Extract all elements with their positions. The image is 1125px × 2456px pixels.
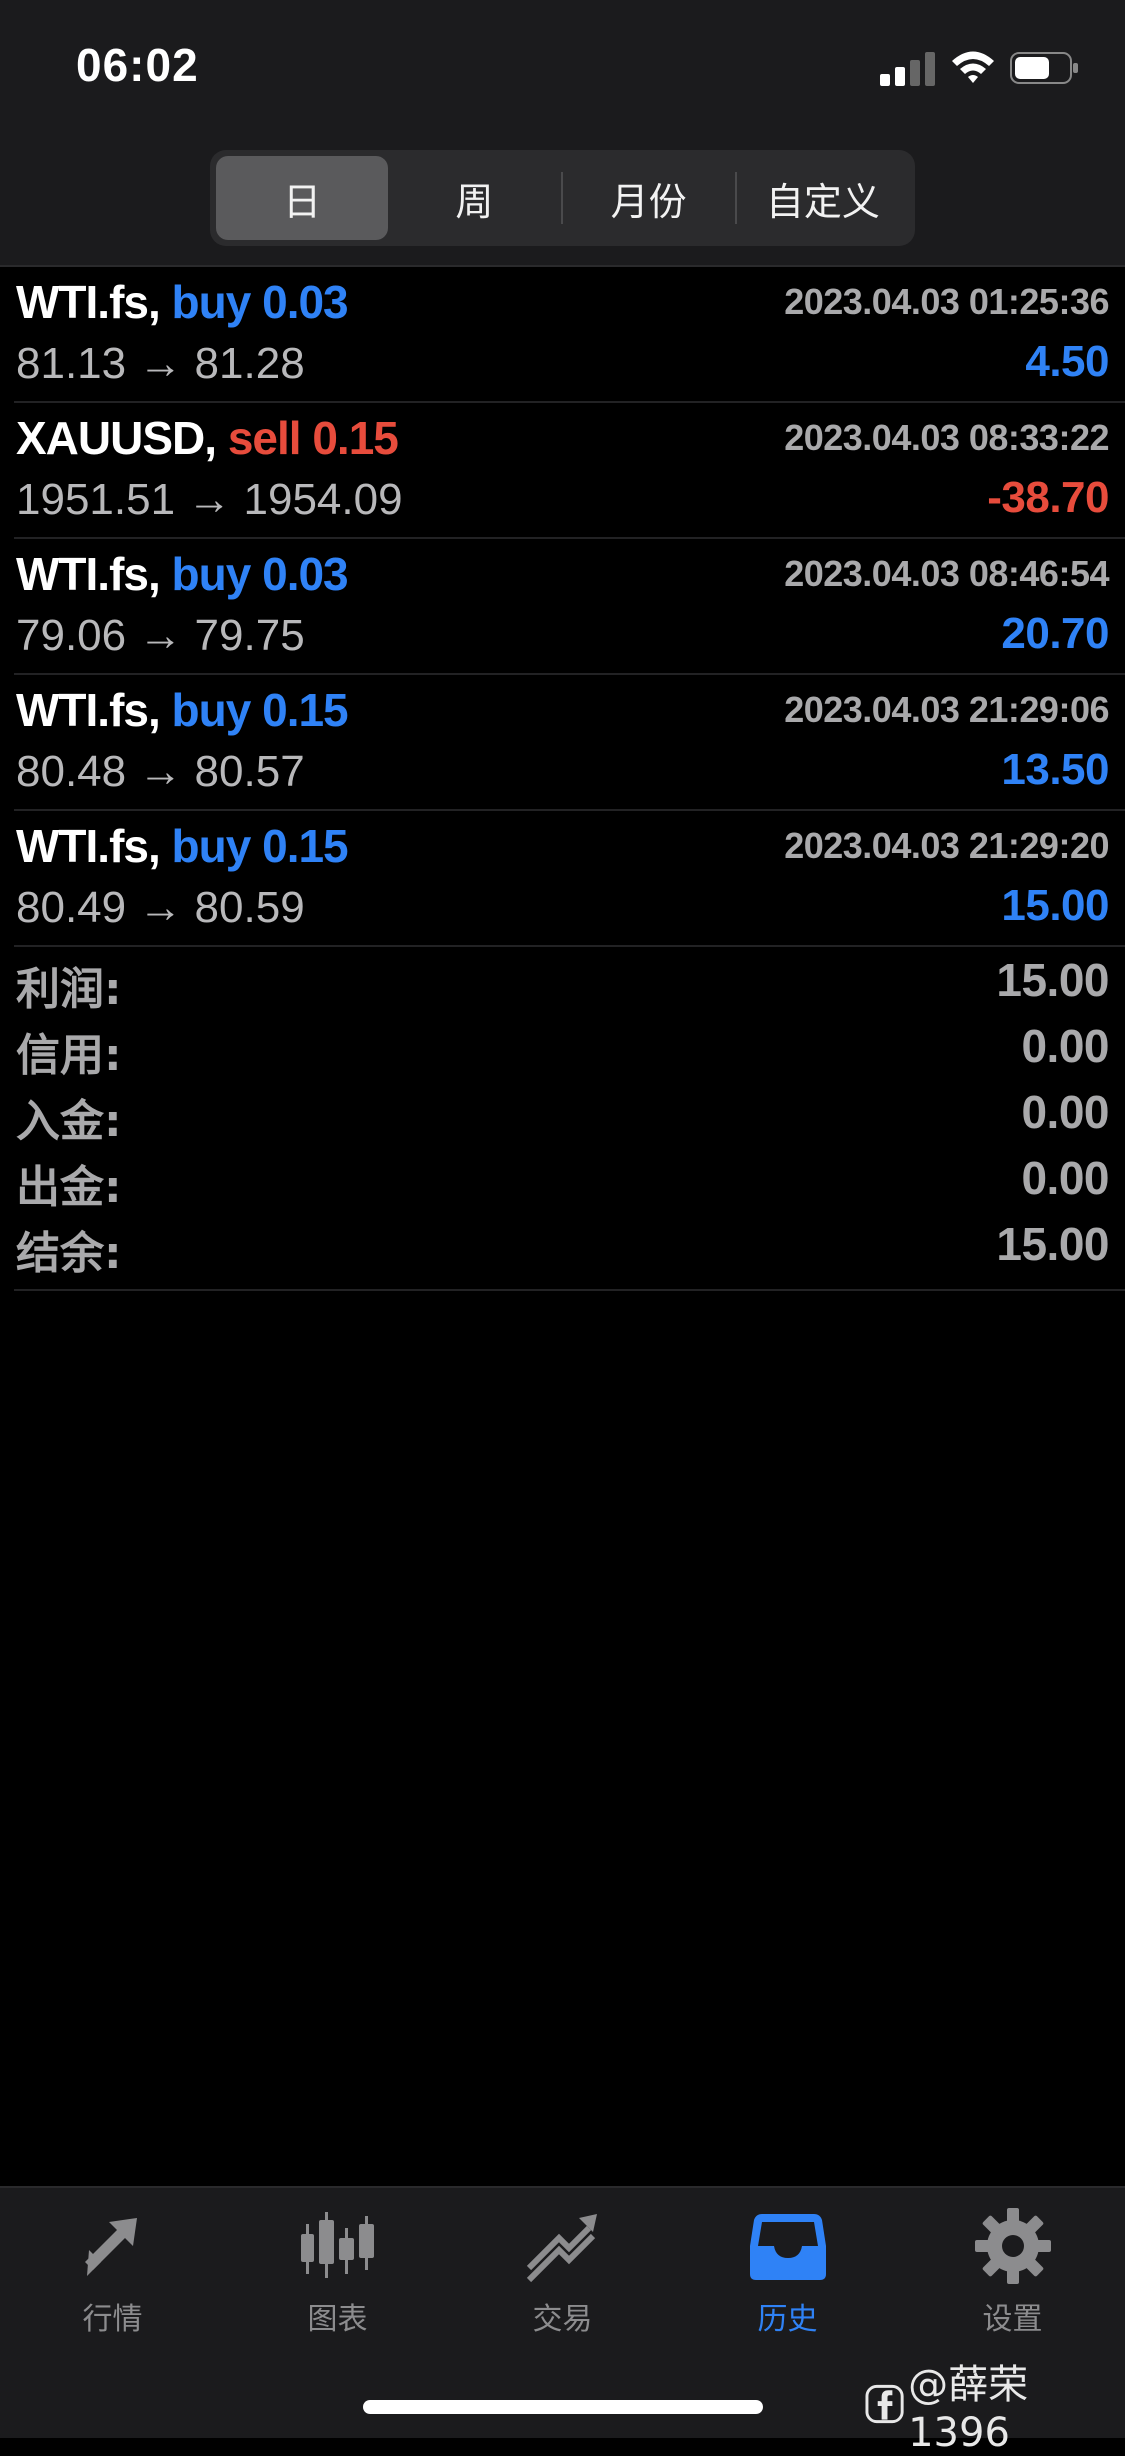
summary-label: 利润: [16, 964, 122, 1015]
segment-custom[interactable]: 自定义 [737, 156, 909, 240]
trade-side: buy [171, 684, 252, 736]
trade-prices: 81.13 → 81.28 [16, 339, 305, 388]
summary-row-withdrawal: 出金: 0.00 [14, 1143, 1125, 1213]
summary-value: 0.00 [1021, 1086, 1109, 1138]
trade-row[interactable]: WTI.fs, buy 0.15 2023.04.03 21:29:06 80.… [14, 675, 1125, 811]
trade-volume: 0.15 [312, 412, 399, 464]
tab-label: 行情 [82, 2302, 143, 2337]
trade-profit: 13.50 [1001, 745, 1109, 794]
trade-symbol: WTI.fs, [16, 276, 161, 328]
period-segmented-control: 日 周 月份 自定义 [210, 150, 915, 246]
summary-label: 出金: [16, 1162, 122, 1213]
tab-settings[interactable]: 设置 [900, 2206, 1125, 2356]
summary-label: 入金: [16, 1096, 122, 1147]
facebook-icon [865, 2384, 904, 2424]
segment-week[interactable]: 周 [388, 156, 560, 240]
trade-profit: 15.00 [1001, 881, 1109, 930]
trade-profit: 4.50 [1025, 337, 1109, 386]
trade-title: WTI.fs, buy 0.03 [16, 275, 349, 329]
status-time: 06:02 [76, 39, 199, 91]
trade-profit: -38.70 [987, 473, 1109, 522]
candlestick-chart-icon [300, 2212, 374, 2278]
battery-icon [1010, 52, 1078, 84]
trade-trend-icon [526, 2214, 597, 2283]
summary-value: 15.00 [996, 1218, 1109, 1270]
trade-history-list: WTI.fs, buy 0.03 2023.04.03 01:25:36 81.… [0, 267, 1125, 947]
summary-value: 15.00 [996, 954, 1109, 1006]
trade-prices: 79.06 → 79.75 [16, 611, 305, 660]
summary-label: 信用: [16, 1030, 122, 1081]
trade-row[interactable]: WTI.fs, buy 0.15 2023.04.03 21:29:20 80.… [14, 811, 1125, 947]
segment-day[interactable]: 日 [216, 156, 389, 240]
summary-row-credit: 信用: 0.00 [14, 1011, 1125, 1081]
trade-prices: 80.48 → 80.57 [16, 747, 305, 796]
tab-label: 图表 [307, 2302, 368, 2337]
trade-prices: 1951.51 → 1954.09 [16, 475, 403, 524]
summary-row-deposit: 入金: 0.00 [14, 1077, 1125, 1147]
trade-time: 2023.04.03 08:46:54 [784, 553, 1109, 594]
trade-title: WTI.fs, buy 0.15 [16, 683, 349, 737]
trade-title: WTI.fs, buy 0.03 [16, 547, 349, 601]
trade-profit: 20.70 [1001, 609, 1109, 658]
trade-side: buy [171, 276, 252, 328]
tab-trade[interactable]: 交易 [450, 2206, 675, 2356]
tab-charts[interactable]: 图表 [225, 2206, 450, 2356]
trade-side: buy [171, 820, 252, 872]
trade-volume: 0.15 [262, 684, 349, 736]
trade-volume: 0.03 [262, 276, 349, 328]
cellular-signal-icon [880, 52, 935, 86]
trade-time: 2023.04.03 21:29:06 [784, 689, 1109, 730]
history-inbox-icon [749, 2214, 826, 2280]
trade-time: 2023.04.03 01:25:36 [784, 281, 1109, 322]
gear-icon [974, 2208, 1051, 2284]
watermark-text: @薛荣1396 [908, 2362, 1029, 2456]
quotes-arrows-icon [84, 2218, 137, 2276]
status-bar: 06:02 [0, 0, 1125, 140]
watermark: @薛荣1396 [865, 2352, 1125, 2456]
tab-quotes[interactable]: 行情 [0, 2206, 225, 2356]
trade-prices: 80.49 → 80.59 [16, 883, 305, 932]
trade-row[interactable]: WTI.fs, buy 0.03 2023.04.03 01:25:36 81.… [14, 267, 1125, 403]
trade-symbol: WTI.fs, [16, 684, 161, 736]
trade-symbol: WTI.fs, [16, 548, 161, 600]
tab-label: 交易 [532, 2302, 593, 2337]
trade-volume: 0.15 [262, 820, 349, 872]
summary-label: 结余: [16, 1228, 122, 1279]
summary-row-profit: 利润: 15.00 [14, 945, 1125, 1015]
trade-title: XAUUSD, sell 0.15 [16, 411, 399, 465]
summary-value: 0.00 [1021, 1152, 1109, 1204]
trade-title: WTI.fs, buy 0.15 [16, 819, 349, 873]
trade-volume: 0.03 [262, 548, 349, 600]
trade-symbol: WTI.fs, [16, 820, 161, 872]
trade-time: 2023.04.03 08:33:22 [784, 417, 1109, 458]
wifi-icon [952, 51, 994, 83]
trade-symbol: XAUUSD, [16, 412, 217, 464]
trade-row[interactable]: XAUUSD, sell 0.15 2023.04.03 08:33:22 19… [14, 403, 1125, 539]
trade-time: 2023.04.03 21:29:20 [784, 825, 1109, 866]
trade-side: buy [171, 548, 252, 600]
tab-label: 历史 [757, 2302, 818, 2337]
summary-row-balance: 结余: 15.00 [14, 1209, 1125, 1279]
segment-month[interactable]: 月份 [563, 156, 735, 240]
account-summary: 利润: 15.00 信用: 0.00 入金: 0.00 出金: 0.00 结余:… [14, 945, 1125, 1291]
period-header: 日 周 月份 自定义 [0, 140, 1125, 267]
trade-side: sell [227, 412, 302, 464]
summary-value: 0.00 [1021, 1020, 1109, 1072]
home-indicator[interactable] [363, 2400, 763, 2414]
tab-label: 设置 [982, 2302, 1043, 2337]
trade-row[interactable]: WTI.fs, buy 0.03 2023.04.03 08:46:54 79.… [14, 539, 1125, 675]
tab-history[interactable]: 历史 [675, 2206, 900, 2356]
